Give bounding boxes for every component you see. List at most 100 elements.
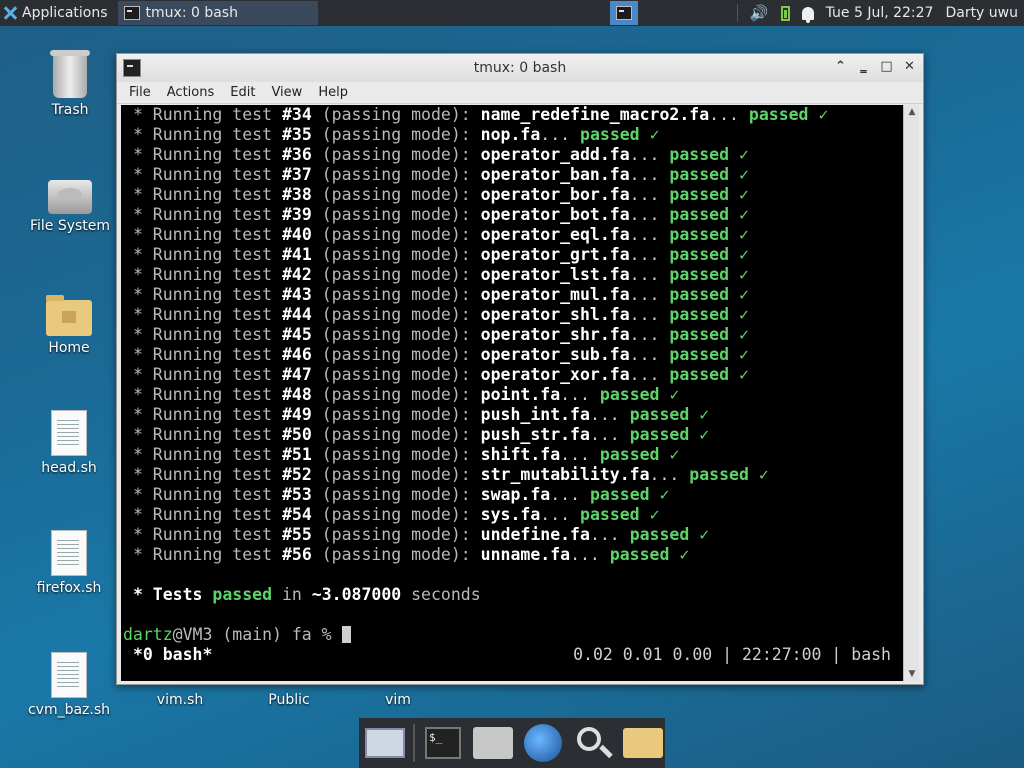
- test-passed: passed: [629, 405, 690, 424]
- test-prefix: * Running test: [132, 105, 273, 124]
- maximize-icon[interactable]: □: [879, 59, 894, 74]
- test-line: * Running test #46 (passing mode): opera…: [132, 345, 749, 364]
- desktop-icon-firefox-sh[interactable]: firefox.sh: [24, 530, 114, 596]
- script-file-icon: [51, 410, 87, 456]
- test-number: #43: [281, 285, 312, 304]
- window-titlebar[interactable]: tmux: 0 bash ⌃ ‗ □ ✕: [117, 54, 923, 82]
- desktop-icon-vim[interactable]: vim: [353, 688, 443, 708]
- terminal-icon: [123, 6, 140, 20]
- test-line: * Running test #49 (passing mode): push_…: [132, 405, 710, 424]
- desktop-icon-cvm-baz-sh[interactable]: cvm_baz.sh: [24, 652, 114, 718]
- test-line: * Running test #47 (passing mode): opera…: [132, 365, 749, 384]
- test-line: * Running test #40 (passing mode): opera…: [132, 225, 749, 244]
- workspace-switcher[interactable]: [610, 1, 638, 25]
- test-prefix: * Running test: [132, 365, 273, 384]
- test-mode: (passing mode):: [321, 525, 471, 544]
- battery-icon[interactable]: [780, 5, 790, 21]
- test-line: * Running test #35 (passing mode): nop.f…: [132, 125, 660, 144]
- volume-icon[interactable]: 🔊: [750, 4, 769, 22]
- desktop-icon-label: Home: [48, 340, 90, 356]
- test-line: * Running test #55 (passing mode): undef…: [132, 525, 710, 544]
- test-number: #38: [281, 185, 312, 204]
- dock-show-desktop[interactable]: [363, 721, 407, 765]
- test-line: * Running test #38 (passing mode): opera…: [132, 185, 749, 204]
- test-number: #40: [281, 225, 312, 244]
- xfce-logo-icon: [2, 5, 18, 21]
- house-icon: [62, 311, 76, 323]
- test-line: * Running test #42 (passing mode): opera…: [132, 265, 749, 284]
- test-number: #36: [281, 145, 312, 164]
- test-file: operator_bor.fa: [480, 185, 630, 204]
- desktop-icon-vim-sh[interactable]: vim.sh: [135, 688, 225, 708]
- test-prefix: * Running test: [132, 425, 273, 444]
- terminal-scrollbar[interactable]: ▲ ▼: [903, 105, 919, 681]
- test-file: operator_add.fa: [480, 145, 630, 164]
- menu-help[interactable]: Help: [310, 85, 356, 100]
- dock-folder[interactable]: [621, 721, 665, 765]
- menu-edit[interactable]: Edit: [222, 85, 263, 100]
- test-file: operator_bot.fa: [480, 205, 630, 224]
- close-icon[interactable]: ✕: [902, 59, 917, 74]
- test-number: #50: [281, 425, 312, 444]
- desktop-icon-label: File System: [29, 218, 111, 234]
- desktop-icon-head-sh[interactable]: head.sh: [24, 410, 114, 476]
- test-mode: (passing mode):: [321, 505, 471, 524]
- check-mark-icon: ✓: [758, 465, 769, 484]
- notification-bell-icon[interactable]: [801, 6, 814, 23]
- test-passed: passed: [669, 305, 730, 324]
- test-number: #46: [281, 345, 312, 364]
- user-menu[interactable]: Darty uwu: [945, 5, 1018, 21]
- test-line: * Running test #39 (passing mode): opera…: [132, 205, 749, 224]
- taskbar-button-terminal[interactable]: tmux: 0 bash: [117, 1, 318, 25]
- summary-duration: ~3.087000: [311, 585, 402, 604]
- test-line: * Running test #48 (passing mode): point…: [132, 385, 680, 404]
- applications-menu[interactable]: Applications: [0, 0, 114, 26]
- test-passed: passed: [629, 525, 690, 544]
- scroll-up-icon[interactable]: ▲: [904, 105, 920, 119]
- menu-file[interactable]: File: [121, 85, 159, 100]
- test-file: operator_mul.fa: [480, 285, 630, 304]
- dock-app-finder[interactable]: [571, 721, 615, 765]
- dock-web-browser[interactable]: [521, 721, 565, 765]
- menu-actions[interactable]: Actions: [159, 85, 223, 100]
- tmux-status-line: *0 bash* 0.02 0.01 0.00 | 22:27:00 | bash: [123, 645, 905, 665]
- menu-bar: File Actions Edit View Help: [117, 82, 923, 104]
- test-line: * Running test #53 (passing mode): swap.…: [132, 485, 670, 504]
- clock[interactable]: Tue 5 Jul, 22:27: [826, 5, 934, 21]
- dock-terminal[interactable]: $_: [421, 721, 465, 765]
- scroll-down-icon[interactable]: ▼: [904, 667, 920, 681]
- test-passed: passed: [669, 165, 730, 184]
- check-mark-icon: ✓: [669, 385, 680, 404]
- test-line: * Running test #34 (passing mode): name_…: [132, 105, 829, 124]
- show-desktop-icon: [365, 728, 405, 758]
- check-mark-icon: ✓: [738, 225, 749, 244]
- check-mark-icon: ✓: [738, 265, 749, 284]
- script-file-icon: [51, 652, 87, 698]
- test-file: operator_ban.fa: [480, 165, 630, 184]
- home-folder-icon: [46, 295, 92, 336]
- test-mode: (passing mode):: [321, 385, 471, 404]
- test-line: * Running test #45 (passing mode): opera…: [132, 325, 749, 344]
- terminal-output[interactable]: * Running test #34 (passing mode): name_…: [121, 105, 905, 681]
- minimize-icon[interactable]: ‗: [856, 59, 871, 74]
- desktop-icon-public[interactable]: Public: [244, 688, 334, 708]
- check-mark-icon: ✓: [669, 445, 680, 464]
- taskbar-button-label: tmux: 0 bash: [145, 5, 238, 21]
- test-prefix: * Running test: [132, 245, 273, 264]
- test-number: #44: [281, 305, 312, 324]
- desktop-icon-home[interactable]: Home: [24, 294, 114, 356]
- test-prefix: * Running test: [132, 125, 273, 144]
- dock-file-manager[interactable]: [471, 721, 515, 765]
- roll-up-icon[interactable]: ⌃: [833, 59, 848, 74]
- menu-view[interactable]: View: [263, 85, 310, 100]
- check-mark-icon: ✓: [738, 305, 749, 324]
- desktop-icon-filesystem[interactable]: File System: [25, 174, 115, 234]
- desktop-icon-trash[interactable]: Trash: [25, 50, 115, 118]
- test-number: #34: [281, 105, 312, 124]
- test-prefix: * Running test: [132, 165, 273, 184]
- test-number: #56: [281, 545, 312, 564]
- tmux-window-label[interactable]: *0 bash*: [133, 645, 212, 664]
- test-number: #47: [281, 365, 312, 384]
- test-file: push_str.fa: [480, 425, 590, 444]
- test-file: operator_shl.fa: [480, 305, 630, 324]
